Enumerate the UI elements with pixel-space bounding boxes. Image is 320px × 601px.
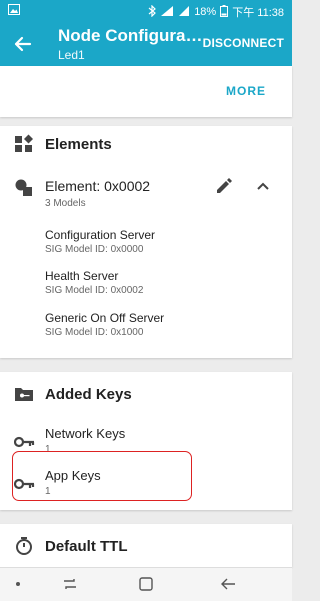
model-id: SIG Model ID: 0x0000 (45, 244, 144, 255)
battery-percent: 18% (194, 6, 217, 18)
folder-key-icon (14, 384, 34, 404)
model-name: Health Server (45, 269, 119, 283)
status-bar: 18% 下午 11:38 (0, 0, 292, 22)
navigation-bar (0, 567, 292, 601)
disconnect-button[interactable]: DISCONNECT (203, 36, 284, 50)
info-card: MORE (0, 66, 292, 117)
battery-icon (220, 4, 229, 20)
default-ttl-card[interactable]: Default TTL (0, 524, 292, 567)
key-icon (13, 434, 36, 450)
model-item-configuration-server[interactable]: Configuration Server SIG Model ID: 0x000… (45, 228, 275, 255)
back-arrow-icon[interactable] (10, 31, 36, 57)
added-keys-title: Added Keys (45, 386, 132, 403)
chevron-up-icon[interactable] (254, 178, 272, 196)
model-id: SIG Model ID: 0x1000 (45, 327, 144, 338)
element-name: Element: 0x0002 (45, 178, 151, 194)
image-icon (8, 4, 20, 18)
app-keys-highlight (12, 451, 192, 501)
model-item-generic-on-off-server[interactable]: Generic On Off Server SIG Model ID: 0x10… (45, 311, 275, 338)
signal-icon (178, 5, 190, 20)
model-id: SIG Model ID: 0x0002 (45, 285, 144, 296)
model-name: Generic On Off Server (45, 311, 165, 325)
nav-back-icon[interactable] (219, 576, 237, 592)
lte-signal-icon (160, 5, 174, 20)
edit-pencil-icon[interactable] (214, 176, 234, 196)
nav-dot-icon[interactable] (16, 582, 20, 586)
model-name: Configuration Server (45, 228, 156, 242)
recents-icon[interactable] (62, 576, 78, 592)
added-keys-header: Added Keys (0, 376, 292, 412)
page-subtitle: Led1 (58, 48, 85, 62)
app-bar: Node Configurati… Led1 DISCONNECT (0, 22, 292, 66)
elements-header: Elements (0, 126, 292, 162)
default-ttl-title: Default TTL (45, 538, 128, 555)
elements-card: Elements Element: 0x0002 3 Models Config… (0, 126, 292, 358)
element-model-count: 3 Models (45, 198, 86, 209)
page-title: Node Configurati… (58, 26, 206, 45)
key-name: Network Keys (45, 426, 126, 441)
default-ttl-header: Default TTL (0, 528, 292, 564)
elements-title: Elements (45, 136, 112, 153)
bluetooth-icon (148, 4, 157, 20)
widgets-icon (14, 134, 34, 154)
more-button[interactable]: MORE (226, 84, 266, 98)
home-icon[interactable] (138, 576, 154, 592)
status-time: 下午 11:38 (232, 7, 284, 19)
element-shapes-icon (14, 178, 34, 198)
timer-icon (14, 536, 34, 556)
element-row[interactable]: Element: 0x0002 3 Models (0, 172, 292, 216)
model-item-health-server[interactable]: Health Server SIG Model ID: 0x0002 (45, 269, 275, 296)
